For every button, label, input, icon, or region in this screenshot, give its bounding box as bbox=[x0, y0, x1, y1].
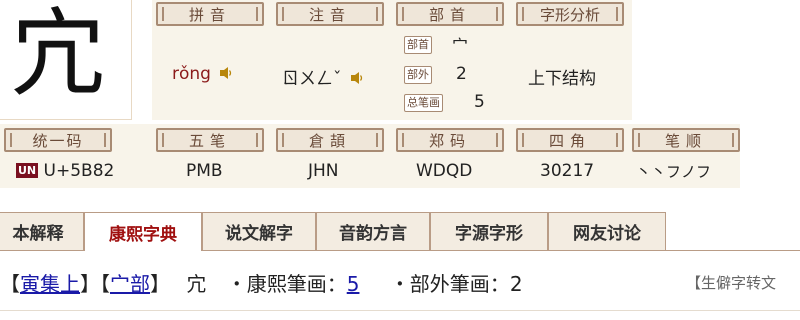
unicode-value: UN U+5B82 bbox=[16, 161, 114, 181]
entry-char: 宂 bbox=[186, 272, 207, 296]
label-unicode: 统一码 bbox=[4, 128, 112, 152]
speaker-icon[interactable] bbox=[219, 66, 233, 80]
label-structure: 字形分析 bbox=[516, 2, 624, 26]
radical-link[interactable]: 宀部 bbox=[110, 272, 150, 296]
total-strokes-value: 5 bbox=[474, 92, 485, 112]
tab-yinyun[interactable]: 音韵方言 bbox=[316, 212, 430, 250]
pinyin-text: rǒng bbox=[172, 64, 211, 84]
outer-strokes-value: 2 bbox=[456, 64, 467, 84]
radical-tag: 部首 bbox=[404, 36, 432, 54]
total-strokes-tag: 总笔画 bbox=[404, 94, 443, 112]
structure-value: 上下结构 bbox=[528, 69, 596, 89]
collection-link[interactable]: 寅集上 bbox=[20, 272, 80, 296]
kangxi-entry: 【寅集上】【宀部】 宂 ・康熙筆画：5 ・部外筆画：2 bbox=[0, 268, 523, 297]
label-bushou: 部首 bbox=[396, 2, 504, 26]
wubi-value: PMB bbox=[186, 161, 223, 181]
kangxi-strokes-link[interactable]: 5 bbox=[347, 272, 360, 296]
outer-strokes-entry: 2 bbox=[509, 272, 523, 296]
label-zhuyin: 注音 bbox=[276, 2, 384, 26]
label-sijiao: 四角 bbox=[516, 128, 624, 152]
speaker-icon[interactable] bbox=[350, 71, 364, 85]
character-display: 宂 bbox=[0, 0, 132, 120]
tab-shuowen[interactable]: 说文解字 bbox=[202, 212, 316, 250]
label-wubi: 五笔 bbox=[156, 128, 264, 152]
radical-value: 宀 bbox=[452, 36, 469, 55]
tab-ziyuan[interactable]: 字源字形 bbox=[430, 212, 548, 250]
outer-strokes-tag: 部外 bbox=[404, 66, 432, 84]
bracket-open: 【 bbox=[0, 272, 20, 296]
rare-char-hint[interactable]: 【生僻字转文 bbox=[686, 272, 776, 293]
bracket-middle: 】【 bbox=[80, 272, 110, 296]
unicode-logo-icon: UN bbox=[16, 163, 39, 178]
zhuyin-value: ㄖㄨㄥˇ bbox=[282, 64, 364, 89]
sijiao-value: 30217 bbox=[540, 161, 595, 181]
label-bishun: 笔顺 bbox=[632, 128, 740, 152]
outer-strokes-label: ・部外筆画： bbox=[389, 272, 510, 296]
character-glyph: 宂 bbox=[10, 0, 106, 110]
zhengma-value: WDQD bbox=[416, 161, 473, 181]
bishun-value: 丶丶フノフ bbox=[636, 163, 712, 181]
unicode-text: U+5B82 bbox=[43, 161, 115, 181]
label-pinyin: 拼音 bbox=[156, 2, 264, 26]
divider bbox=[0, 310, 800, 311]
zhuyin-text: ㄖㄨㄥˇ bbox=[282, 69, 342, 89]
tab-bar: 本解释 康熙字典 说文解字 音韵方言 字源字形 网友讨论 bbox=[0, 212, 800, 251]
kangxi-strokes-label: ・康熙筆画： bbox=[226, 272, 347, 296]
cangjie-value: JHN bbox=[308, 161, 339, 181]
tab-basic[interactable]: 本解释 bbox=[0, 212, 84, 250]
tab-kangxi[interactable]: 康熙字典 bbox=[84, 212, 202, 251]
bracket-close: 】 bbox=[150, 272, 170, 296]
label-cangjie: 倉頡 bbox=[276, 128, 384, 152]
pinyin-value: rǒng bbox=[172, 64, 233, 84]
tab-discussion[interactable]: 网友讨论 bbox=[548, 212, 666, 250]
label-zhengma: 郑码 bbox=[396, 128, 504, 152]
